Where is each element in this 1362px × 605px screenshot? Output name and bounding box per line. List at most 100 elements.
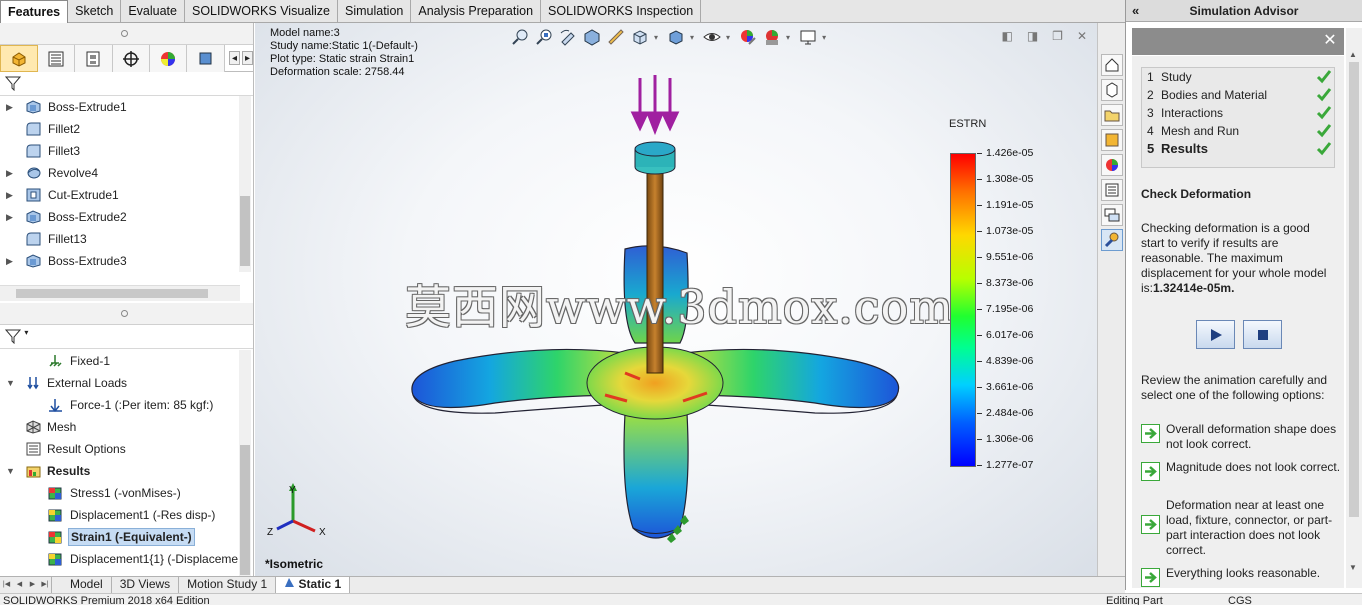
- static-study-icon: [285, 578, 295, 587]
- graphics-area[interactable]: Model name:3 Study name:Static 1(-Defaul…: [255, 23, 1097, 576]
- external-loads-icon: [27, 377, 39, 390]
- status-units[interactable]: CGS: [1228, 594, 1252, 605]
- close-icon[interactable]: ✕: [1320, 31, 1340, 51]
- crosshair-icon: [122, 50, 139, 67]
- results-folder[interactable]: ▼ Results: [0, 460, 240, 482]
- tab-solidworks-visualize[interactable]: SOLIDWORKS Visualize: [185, 0, 338, 23]
- option-magnitude-incorrect[interactable]: Magnitude does not look correct.: [1141, 460, 1341, 481]
- feature-fillet3[interactable]: Fillet3: [0, 140, 253, 162]
- tab-3d-views[interactable]: 3D Views: [112, 577, 180, 593]
- legend-tick-label: 1.073e-05: [986, 225, 1034, 237]
- tab-features[interactable]: Features: [0, 0, 69, 24]
- advisor-steps: 1 Study 2 Bodies and Material 3 Interaction…: [1141, 67, 1335, 168]
- feature-tree-icon: [12, 51, 26, 67]
- simulation-advisor-icon[interactable]: [1101, 229, 1123, 251]
- revolve-icon: [27, 167, 41, 179]
- file-explorer-icon[interactable]: [1101, 104, 1123, 126]
- feature-fillet2[interactable]: Fillet2: [0, 118, 253, 140]
- feature-fillet13[interactable]: Fillet13: [0, 228, 253, 250]
- next-tab-icon[interactable]: ▶: [26, 577, 39, 593]
- watermark-text: 莫西网www.3dmox.com: [405, 280, 954, 334]
- tab-solidworks-inspection[interactable]: SOLIDWORKS Inspection: [541, 0, 702, 23]
- result-options-item[interactable]: Result Options: [0, 438, 240, 460]
- option-local-deformation-incorrect[interactable]: Deformation near at least one load, fixt…: [1141, 498, 1341, 558]
- feature-cut-extrude1[interactable]: ▶ Cut-Extrude1: [0, 184, 253, 206]
- dimxpert-tab[interactable]: [112, 45, 150, 72]
- step-study[interactable]: 1 Study: [1142, 68, 1334, 86]
- step-interactions[interactable]: 3 Interactions: [1142, 104, 1334, 122]
- custom-properties-icon[interactable]: [1101, 179, 1123, 201]
- arrow-right-icon: [1141, 515, 1160, 534]
- status-product: SOLIDWORKS Premium 2018 x64 Edition: [3, 595, 210, 605]
- tab-motion-study-1[interactable]: Motion Study 1: [179, 577, 277, 593]
- external-loads-item[interactable]: ▼ External Loads: [0, 372, 240, 394]
- tab-static-1[interactable]: Static 1: [276, 577, 351, 593]
- legend-tick-mark: [977, 387, 982, 388]
- plot-strain1[interactable]: Strain1 (-Equivalent-): [0, 526, 240, 548]
- step-bodies-material[interactable]: 2 Bodies and Material: [1142, 86, 1334, 104]
- legend-tick-label: 1.306e-06: [986, 433, 1034, 445]
- study-filter[interactable]: ▾: [0, 325, 253, 349]
- mesh-item[interactable]: Mesh: [0, 416, 240, 438]
- design-library-icon[interactable]: [1101, 79, 1123, 101]
- tab-simulation[interactable]: Simulation: [338, 0, 412, 23]
- feature-boss-extrude3[interactable]: ▶ Boss-Extrude3: [0, 250, 253, 272]
- feature-tree-scrollbar[interactable]: [239, 96, 251, 272]
- chevron-down-icon[interactable]: ▾: [24, 328, 28, 337]
- bottom-tabs: |◀ ◀ ▶ ▶| Model 3D Views Motion Study 1 …: [0, 576, 1125, 593]
- legend-tick-label: 4.839e-06: [986, 355, 1034, 367]
- extrude-icon: [26, 210, 41, 224]
- play-button[interactable]: [1196, 320, 1235, 349]
- tab-model[interactable]: Model: [62, 577, 112, 593]
- fillet-icon: [26, 122, 41, 136]
- tab-analysis-preparation[interactable]: Analysis Preparation: [411, 0, 542, 23]
- tab-sketch[interactable]: Sketch: [68, 0, 122, 23]
- last-tab-icon[interactable]: ▶|: [39, 577, 52, 593]
- study-tree-scrollbar[interactable]: [239, 350, 251, 576]
- feature-boss-extrude1[interactable]: ▶ Boss-Extrude1: [0, 96, 253, 118]
- chevron-left-icon[interactable]: ◂: [228, 51, 240, 65]
- collapse-icon[interactable]: «: [1132, 0, 1139, 22]
- play-icon: [1210, 328, 1222, 341]
- legend-tick-mark: [977, 205, 982, 206]
- option-everything-reasonable[interactable]: Everything looks reasonable.: [1141, 566, 1341, 587]
- displacement-plot-icon: [48, 553, 62, 566]
- property-manager-tab[interactable]: [37, 45, 76, 72]
- plot-displacement1-1[interactable]: Displacement1{1} (-Displaceme: [0, 548, 240, 570]
- fixture-item[interactable]: Fixed-1: [0, 350, 240, 372]
- advisor-scrollbar[interactable]: ▲ ▼: [1346, 28, 1362, 588]
- configuration-manager-tab[interactable]: [75, 45, 113, 72]
- display-manager-tab[interactable]: [150, 45, 188, 72]
- step-results[interactable]: 5 Results: [1142, 140, 1334, 158]
- appearances-icon[interactable]: [1101, 154, 1123, 176]
- step-mesh-run[interactable]: 4 Mesh and Run: [1142, 122, 1334, 140]
- legend-tick-label: 3.661e-06: [986, 381, 1034, 393]
- filter-icon: [4, 329, 22, 345]
- first-tab-icon[interactable]: |◀: [0, 577, 13, 593]
- panel-splitter[interactable]: [0, 23, 253, 45]
- feature-tree-hscrollbar[interactable]: [0, 285, 240, 301]
- displacement-plot-icon: [48, 509, 62, 522]
- force-item[interactable]: Force-1 (:Per item: 85 kgf:): [0, 394, 240, 416]
- panel-splitter-lower[interactable]: [0, 303, 253, 325]
- plot-stress1[interactable]: Stress1 (-vonMises-): [0, 482, 240, 504]
- option-shape-incorrect[interactable]: Overall deformation shape does not look …: [1141, 422, 1341, 452]
- chevron-right-icon[interactable]: ▸: [241, 51, 253, 65]
- view-palette-icon[interactable]: [1101, 129, 1123, 151]
- legend-tick-mark: [977, 153, 982, 154]
- feature-boss-extrude2[interactable]: ▶ Boss-Extrude2: [0, 206, 253, 228]
- stop-button[interactable]: [1243, 320, 1282, 349]
- simulation-tab[interactable]: [187, 45, 225, 72]
- fillet-icon: [26, 144, 41, 158]
- feature-filter[interactable]: [0, 72, 253, 96]
- forum-icon[interactable]: [1101, 204, 1123, 226]
- tab-evaluate[interactable]: Evaluate: [121, 0, 185, 23]
- home-icon[interactable]: [1101, 54, 1123, 76]
- plot-displacement1[interactable]: Displacement1 (-Res disp-): [0, 504, 240, 526]
- feature-manager-tab[interactable]: [0, 45, 38, 72]
- feature-revolve4[interactable]: ▶ Revolve4: [0, 162, 253, 184]
- previous-tab-icon[interactable]: ◀: [13, 577, 26, 593]
- extrude-icon: [26, 100, 41, 114]
- view-orientation-label: *Isometric: [265, 557, 324, 571]
- filter-icon: [4, 76, 22, 92]
